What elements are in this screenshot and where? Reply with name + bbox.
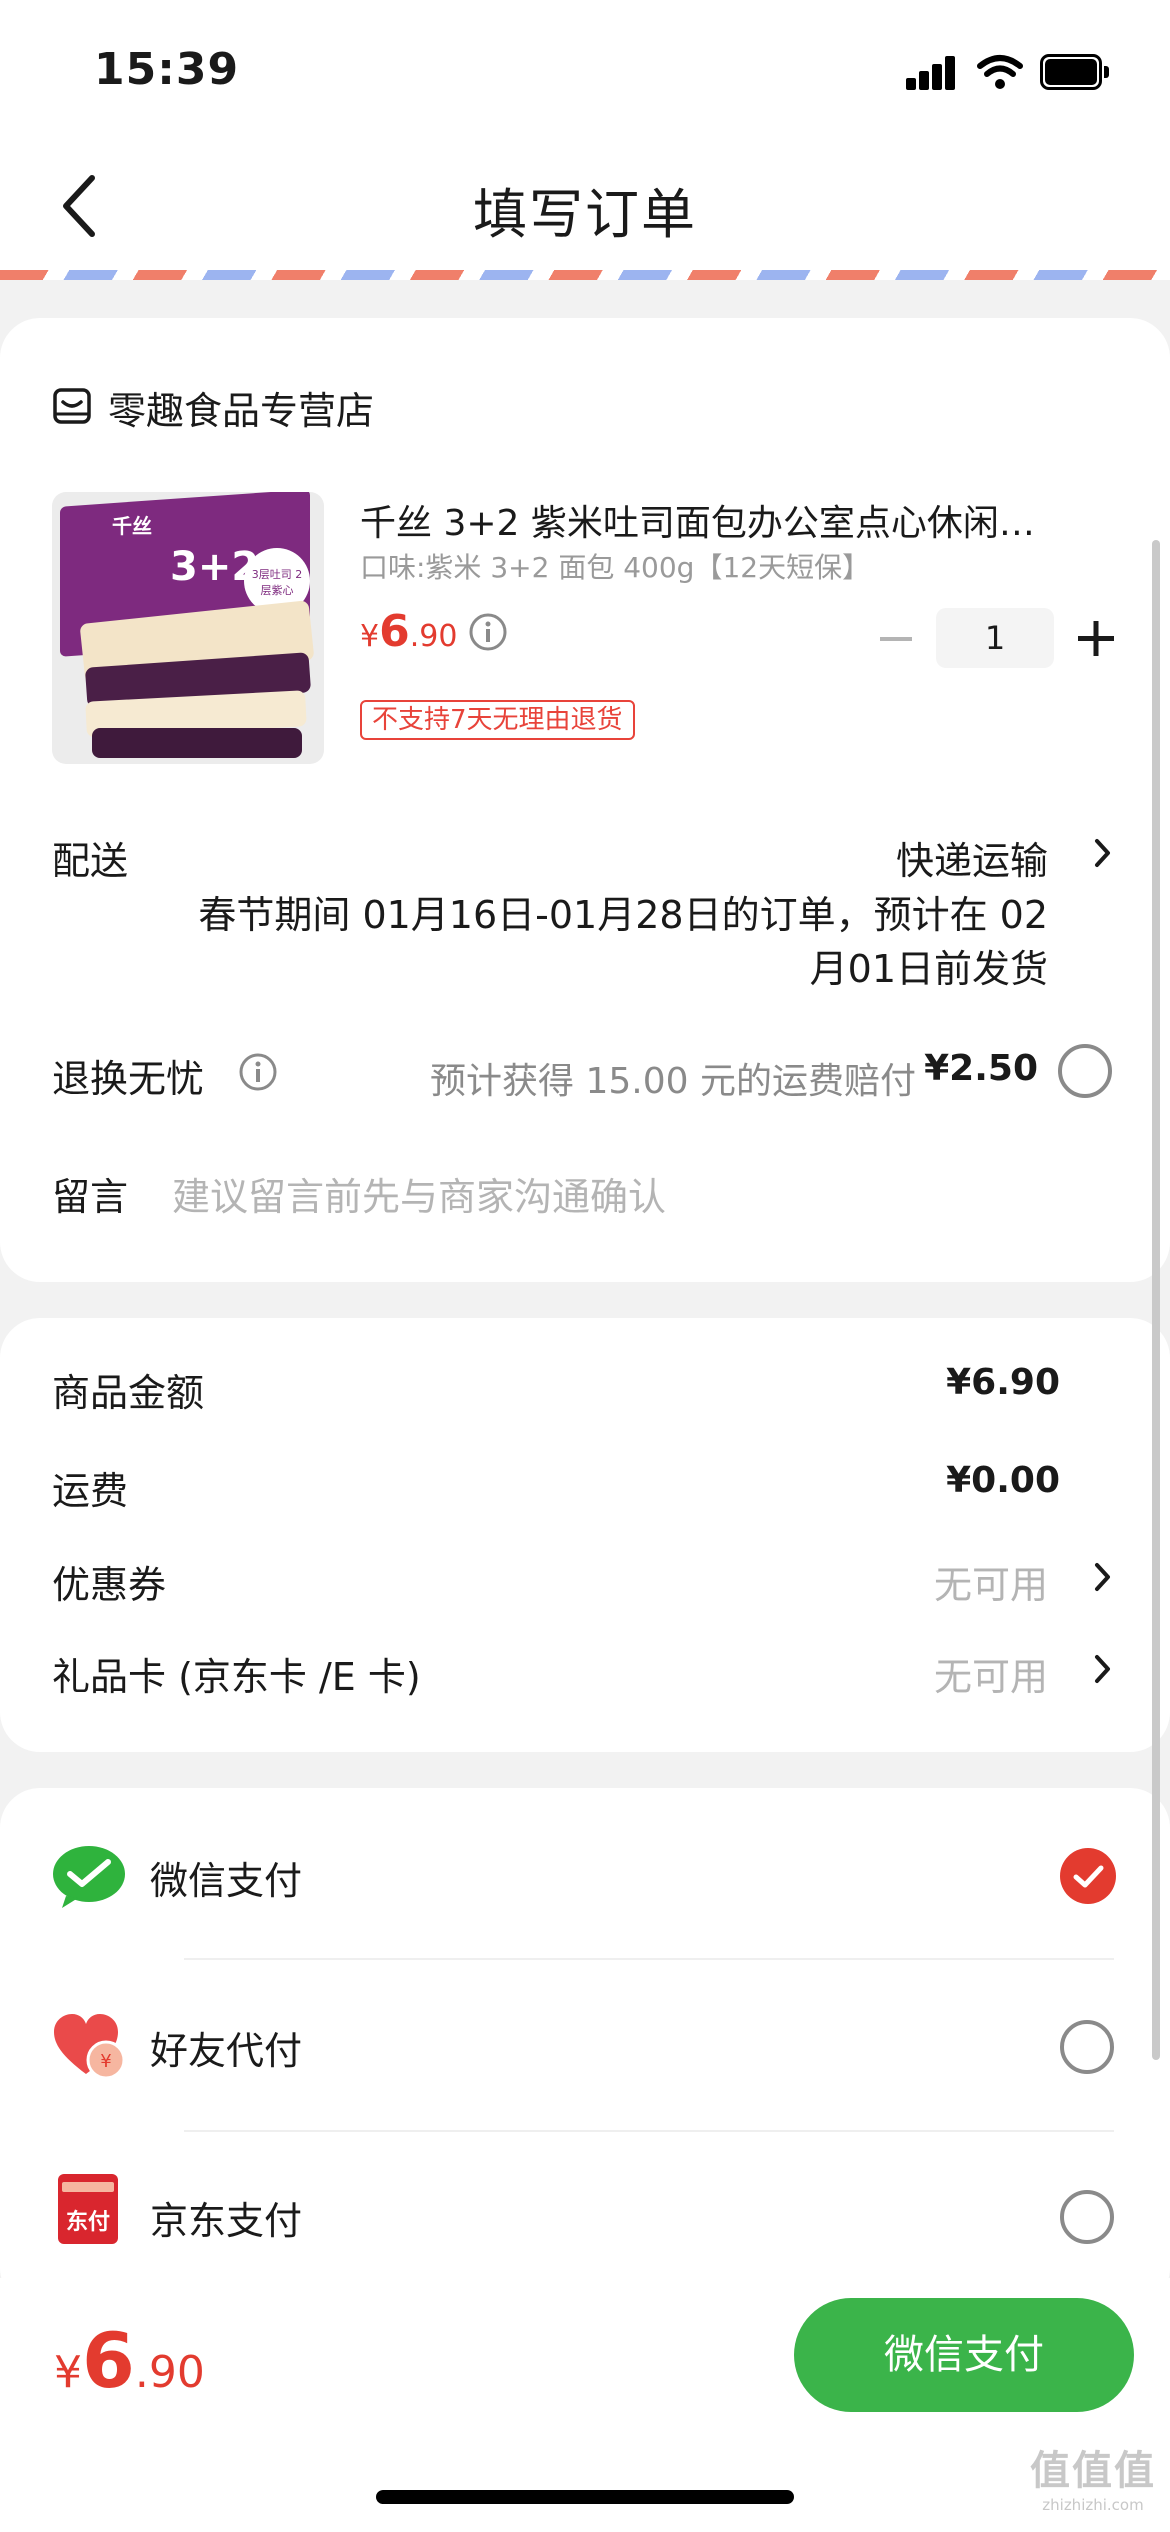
product-title[interactable]: 千丝 3+2 紫米吐司面包办公室点心休闲… (360, 494, 1035, 546)
delivery-method[interactable]: 快递运输 (896, 830, 1048, 885)
payment-option-wechat[interactable]: 微信支付 (0, 1788, 1170, 1958)
goods-amount-value: ¥6.90 (946, 1362, 1060, 1403)
chevron-right-icon[interactable] (1092, 1652, 1114, 1686)
top-bar: 15:39 填写订单 (0, 0, 1170, 272)
payment-option-friend[interactable]: ¥ 好友代付 (0, 1960, 1170, 2130)
status-time: 15:39 (94, 44, 240, 95)
wechat-pay-button[interactable]: 微信支付 (794, 2298, 1134, 2412)
giftcard-value[interactable]: 无可用 (934, 1646, 1048, 1701)
shipping-label: 运费 (52, 1469, 129, 1513)
return-insurance-desc: 预计获得 15.00 元的运费赔付 (430, 1061, 916, 1102)
quantity-minus-icon[interactable] (878, 624, 914, 654)
chevron-right-icon[interactable] (1092, 1560, 1114, 1594)
wifi-icon (977, 55, 1023, 89)
friend-pay-icon: ¥ (54, 2014, 126, 2080)
payment-option-label: 京东支付 (150, 2199, 303, 2243)
coupon-label[interactable]: 优惠券 (52, 1554, 166, 1609)
total-price: ¥6.90 (54, 2316, 205, 2405)
signal-icon (906, 56, 956, 90)
payment-radio-selected[interactable] (1060, 1848, 1116, 1904)
message-label: 留言 (52, 1175, 129, 1219)
jd-pay-icon: 东付 (58, 2174, 118, 2244)
thumb-brand: 千丝 (112, 514, 152, 538)
delivery-label: 配送 (52, 839, 129, 883)
goods-amount-label: 商品金额 (52, 1371, 205, 1415)
page-title: 填写订单 (473, 183, 697, 246)
info-icon[interactable] (468, 612, 508, 652)
shop-name[interactable]: 零趣食品专营店 (108, 380, 374, 435)
coupon-value[interactable]: 无可用 (934, 1554, 1048, 1609)
delivery-note-line1: 春节期间 01月16日-01月28日的订单，预计在 02 (198, 893, 1048, 937)
payment-radio[interactable] (1060, 2020, 1114, 2074)
payment-option-label: 好友代付 (150, 2029, 303, 2073)
payment-card: 微信支付 ¥ 好友代付 东付 京东支付 (0, 1788, 1170, 2308)
airmail-stripe (0, 270, 1170, 280)
scrollbar[interactable] (1152, 540, 1160, 2060)
svg-text:¥: ¥ (100, 2051, 111, 2072)
shipping-value: ¥0.00 (946, 1460, 1060, 1501)
quantity-plus-icon[interactable] (1076, 618, 1116, 658)
return-insurance-price: ¥2.50 (924, 1048, 1038, 1089)
thumb-text-small: 3层吐司 2层紫心 (251, 568, 303, 597)
watermark: 值值值 zhizhizhi.com (1030, 2448, 1156, 2514)
shop-icon (53, 388, 91, 424)
chevron-right-icon[interactable] (1092, 836, 1114, 870)
payment-option-jd[interactable]: 东付 京东支付 (0, 2132, 1170, 2302)
product-spec: 口味:紫米 3+2 面包 400g【12天短保】 (360, 551, 871, 584)
order-card: 零趣食品专营店 千丝 3+2 3层吐司 2层紫心 千丝 3+2 紫米吐司面包办公… (0, 318, 1170, 1282)
payment-radio[interactable] (1060, 2190, 1114, 2244)
return-policy-tag: 不支持7天无理由退货 (360, 700, 635, 740)
home-indicator[interactable] (376, 2490, 794, 2504)
return-insurance-label: 退换无忧 (52, 1057, 205, 1101)
battery-icon (1040, 54, 1110, 90)
payment-option-label: 微信支付 (150, 1859, 303, 1903)
quantity-input[interactable]: 1 (936, 608, 1054, 668)
message-input[interactable]: 建议留言前先与商家沟通确认 (172, 1166, 666, 1221)
summary-card: 商品金额 ¥6.90 运费 ¥0.00 优惠券 无可用 礼品卡 (京东卡 /E … (0, 1318, 1170, 1752)
info-icon[interactable] (238, 1052, 278, 1092)
product-thumbnail[interactable]: 千丝 3+2 3层吐司 2层紫心 (52, 492, 324, 764)
return-insurance-radio[interactable] (1058, 1044, 1112, 1098)
giftcard-label[interactable]: 礼品卡 (京东卡 /E 卡) (52, 1646, 421, 1701)
wechat-pay-icon (53, 1846, 125, 1908)
bottom-bar: ¥6.90 微信支付 值值值 zhizhizhi.com (0, 2278, 1170, 2532)
delivery-note-line2: 月01日前发货 (809, 947, 1048, 991)
product-price: ¥6.90 (360, 606, 458, 657)
